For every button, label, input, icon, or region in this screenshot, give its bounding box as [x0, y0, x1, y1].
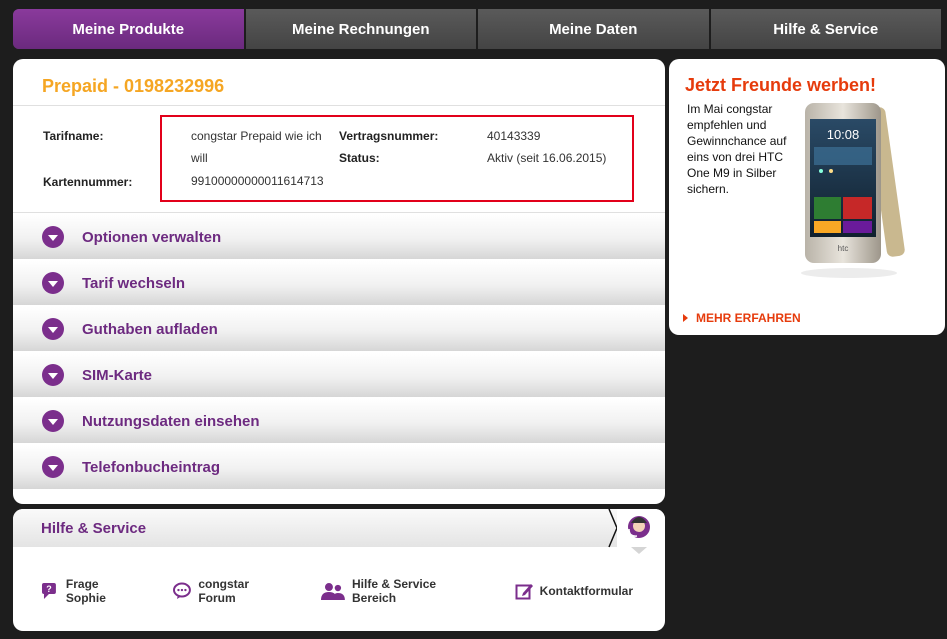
divider — [13, 212, 665, 213]
promo-box: Jetzt Freunde werben! Im Mai congstar em… — [669, 59, 945, 335]
kartennummer-value: 99100000000011614713 — [191, 174, 324, 188]
accordion-label: SIM-Karte — [82, 366, 153, 384]
hilfe-service-bereich-label: Hilfe & Service Bereich — [352, 577, 437, 605]
tarifname-value-line2: will — [191, 151, 208, 165]
phone-image: 10:08 htc — [801, 103, 905, 278]
status-label: Status: — [339, 151, 380, 165]
product-title: Prepaid - 0198232996 — [42, 76, 225, 96]
support-agent-icon — [608, 509, 665, 554]
vertragsnummer-value: 40143339 — [487, 129, 541, 143]
accordion-tarif-wechseln[interactable]: Tarif wechseln — [13, 261, 665, 305]
accordion-nutzungsdaten-einsehen[interactable]: Nutzungsdaten einsehen — [13, 399, 665, 443]
svg-text:?: ? — [46, 584, 51, 594]
tab-hilfe-service[interactable]: Hilfe & Service — [710, 9, 941, 49]
chevron-down-icon — [42, 272, 64, 294]
tab-meine-daten[interactable]: Meine Daten — [478, 9, 711, 49]
accordion-optionen-verwalten[interactable]: Optionen verwalten — [13, 215, 665, 259]
tab-meine-rechnungen[interactable]: Meine Rechnungen — [245, 9, 478, 49]
accordion-label: Optionen verwalten — [82, 228, 222, 246]
accordion-label: Nutzungsdaten einsehen — [82, 412, 260, 430]
frage-sophie-label: Frage Sophie — [65, 577, 106, 605]
help-title: Hilfe & Service — [41, 520, 147, 537]
accordion-sim-karte[interactable]: SIM-Karte — [13, 353, 665, 397]
accordion-label: Tarif wechseln — [82, 274, 186, 292]
congstar-forum-label: congstar Forum — [198, 577, 250, 605]
accordion-label: Telefonbucheintrag — [82, 458, 221, 476]
accordion-telefonbucheintrag[interactable]: Telefonbucheintrag — [13, 445, 665, 489]
main-navigation: Meine Produkte Meine Rechnungen Meine Da… — [13, 9, 941, 49]
divider — [13, 105, 665, 106]
vertragsnummer-label: Vertragsnummer: — [339, 129, 439, 143]
chevron-down-icon — [42, 226, 64, 248]
tarifname-value-line1: congstar Prepaid wie ich — [191, 129, 322, 143]
edit-form-icon — [515, 584, 533, 600]
congstar-forum-link[interactable]: congstar Forum — [173, 577, 289, 605]
accordion-label: Guthaben aufladen — [82, 320, 218, 338]
phone-clock: 10:08 — [827, 127, 860, 142]
chevron-down-icon — [42, 318, 64, 340]
chat-question-icon: ? — [41, 583, 56, 599]
hilfe-service-bereich-link[interactable]: Hilfe & Service Bereich — [321, 577, 483, 605]
mehr-erfahren-label: MEHR ERFAHREN — [696, 311, 801, 325]
help-service-panel: Hilfe & Service ? Frage Sophie congstar … — [13, 509, 665, 631]
chevron-down-icon — [42, 410, 64, 432]
kartennummer-label: Kartennummer: — [43, 175, 133, 189]
accordion-guthaben-aufladen[interactable]: Guthaben aufladen — [13, 307, 665, 351]
product-panel: Prepaid - 0198232996 Tarifname: congstar… — [13, 59, 665, 504]
status-value: Aktiv (seit 16.06.2015) — [487, 151, 607, 165]
tarifname-label: Tarifname: — [43, 129, 104, 143]
phone-brand: htc — [838, 244, 849, 253]
users-icon — [321, 583, 346, 600]
chevron-down-icon — [42, 364, 64, 386]
triangle-right-icon — [683, 314, 688, 322]
promo-title: Jetzt Freunde werben! — [685, 75, 877, 95]
chevron-down-icon — [42, 456, 64, 478]
mehr-erfahren-link[interactable]: MEHR ERFAHREN — [683, 311, 801, 325]
help-links: ? Frage Sophie congstar Forum Hilfe & Se… — [41, 577, 665, 605]
kontaktformular-label: Kontaktformular — [539, 584, 633, 598]
forum-bubble-icon — [173, 582, 192, 599]
kontaktformular-link[interactable]: Kontaktformular — [515, 582, 633, 600]
promo-text: Im Mai congstar empfehlen und Gewinnchan… — [687, 102, 787, 196]
tab-meine-produkte[interactable]: Meine Produkte — [13, 9, 246, 49]
frage-sophie-link[interactable]: ? Frage Sophie — [41, 577, 141, 605]
